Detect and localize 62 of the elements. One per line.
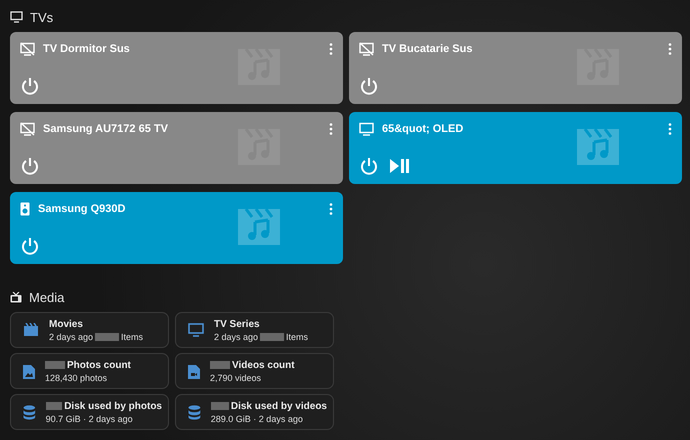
redacted-block	[210, 361, 230, 369]
media-player-card[interactable]: TV Bucatarie Sus	[349, 32, 682, 104]
database-icon	[188, 404, 201, 420]
tile-subtitle: Items	[121, 332, 144, 342]
player-name: 65&quot; OLED	[382, 123, 464, 135]
tile-title: Movies	[49, 318, 83, 330]
media-art-icon	[577, 129, 619, 165]
tv-off-icon	[20, 122, 35, 136]
media-tile[interactable]: Videos count 2,790 videos	[175, 353, 334, 389]
video-file-icon	[188, 364, 200, 378]
player-name: TV Dormitor Sus	[43, 43, 131, 55]
tile-subtitle: Items	[286, 332, 308, 342]
media-tile[interactable]: Disk used by photos 90.7 GiB · 2 days ago	[10, 394, 169, 430]
media-tile[interactable]: TV Series 2 days ago Items	[175, 312, 334, 348]
tile-title: TV Series	[214, 318, 260, 330]
media-tile[interactable]: Photos count 128,430 photos	[10, 353, 169, 389]
redacted-block	[46, 402, 62, 410]
redacted-block	[210, 402, 229, 410]
tv-icon	[359, 122, 374, 136]
tile-subtitle: 2 days ago	[214, 332, 258, 342]
media-player-card[interactable]: TV Dormitor Sus	[10, 32, 343, 104]
media-art-icon	[238, 209, 280, 245]
redacted-block	[95, 332, 120, 340]
tile-subtitle: 289.0 GiB · 2 days ago	[210, 414, 303, 424]
speaker-icon	[20, 202, 30, 216]
image-file-icon	[23, 364, 35, 378]
player-name: Samsung Q930D	[38, 203, 126, 215]
more-options-button[interactable]	[329, 203, 333, 215]
player-name: TV Bucatarie Sus	[382, 43, 474, 55]
more-options-button[interactable]	[329, 123, 333, 135]
section-title: Media	[29, 290, 64, 304]
section-title: TVs	[30, 10, 54, 24]
tv-icon	[10, 11, 23, 23]
redacted-block	[45, 361, 65, 369]
tile-subtitle: 2,790 videos	[210, 372, 262, 382]
tv-off-icon	[359, 42, 374, 56]
database-icon	[23, 404, 36, 420]
power-button[interactable]	[359, 156, 379, 176]
redacted-block	[260, 332, 284, 340]
clapper-icon	[23, 323, 39, 337]
power-button[interactable]	[359, 76, 379, 96]
power-button[interactable]	[20, 236, 40, 256]
retro-tv-icon	[10, 292, 22, 302]
power-button[interactable]	[20, 76, 40, 96]
player-name: Samsung AU7172 65 TV	[43, 123, 169, 135]
tile-title: Videos count	[232, 360, 295, 370]
tile-title: Disk used by videos	[230, 400, 327, 412]
more-options-button[interactable]	[668, 43, 672, 55]
play-pause-button[interactable]	[389, 157, 411, 175]
tile-subtitle: 128,430 photos	[45, 372, 108, 382]
media-player-card[interactable]: Samsung AU7172 65 TV	[10, 112, 343, 184]
more-options-button[interactable]	[668, 123, 672, 135]
tile-subtitle: 90.7 GiB · 2 days ago	[46, 414, 133, 424]
more-options-button[interactable]	[329, 43, 333, 55]
media-tile[interactable]: Movies 2 days ago Items	[10, 312, 169, 348]
power-button[interactable]	[20, 156, 40, 176]
tile-subtitle: 2 days ago	[49, 332, 94, 342]
monitor-icon	[188, 323, 204, 337]
tile-title: Disk used by photos	[64, 400, 162, 412]
tile-title: Photos count	[67, 360, 131, 370]
media-tile[interactable]: Disk used by videos 289.0 GiB · 2 days ago	[175, 394, 334, 430]
tv-off-icon	[20, 42, 35, 56]
